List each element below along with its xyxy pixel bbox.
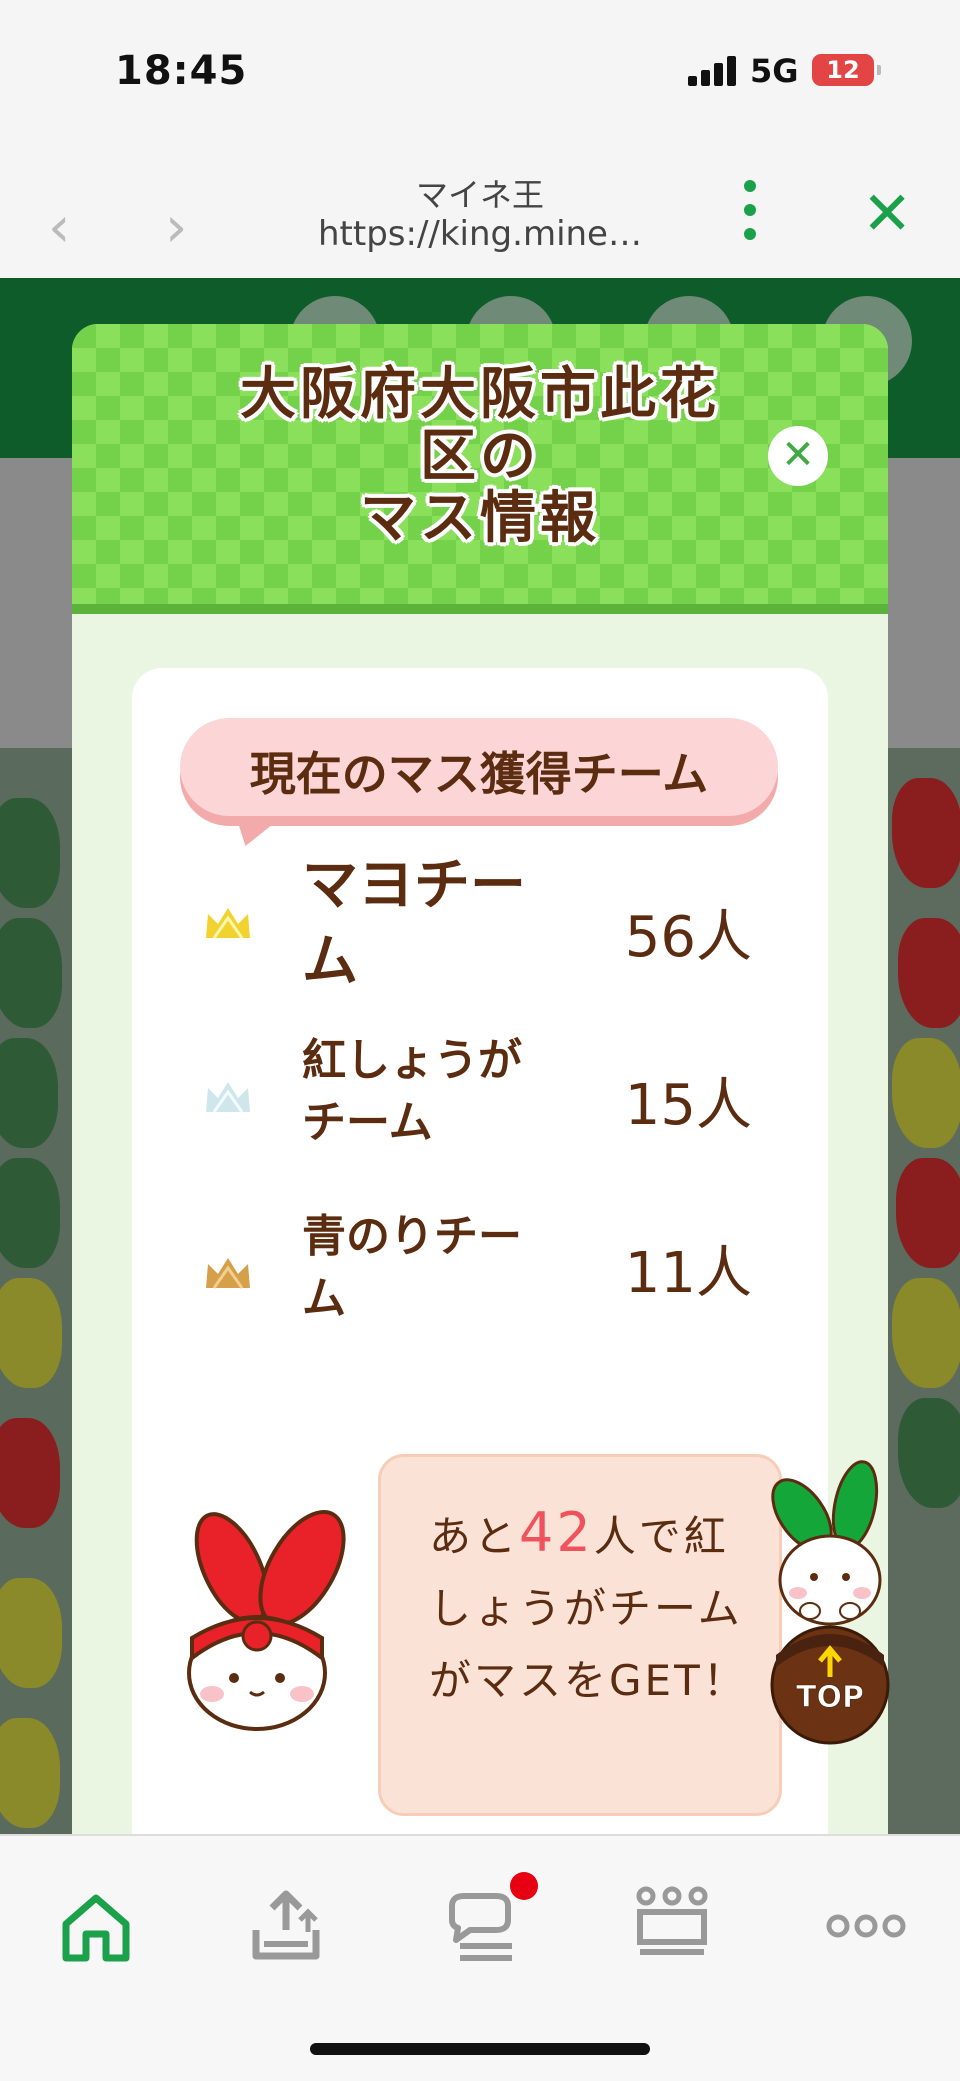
modal-title: 大阪府大阪市此花 区の マス情報 — [192, 364, 768, 550]
bunny-mascot-image — [187, 1509, 346, 1731]
upload-tray-icon[interactable] — [246, 1886, 326, 1966]
page-title: マイネ王 — [415, 176, 544, 214]
battery-icon: 12 — [812, 54, 881, 86]
area-info-modal: 大阪府大阪市此花 区の マス情報 ✕ 現在のマス獲得チーム マヨチーム 56人 … — [72, 324, 888, 1834]
modal-close-button[interactable]: ✕ — [768, 426, 828, 486]
gold-crown-icon — [206, 908, 250, 939]
url-field[interactable]: https://king.mine… — [300, 214, 660, 254]
status-bar: 18:45 5G 12 — [0, 0, 960, 130]
browser-bar: ‹ › マイネ王 https://king.mine… ✕ — [0, 130, 960, 280]
close-icon[interactable]: ✕ — [862, 184, 912, 244]
heading-bubble: 現在のマス獲得チーム — [180, 718, 778, 816]
modal-title-line: 大阪府大阪市此花 — [240, 362, 720, 427]
team-row: 紅しょうがチーム 15人 — [132, 1030, 828, 1160]
more-icon[interactable] — [826, 1886, 906, 1966]
team-name: 青のりチーム — [302, 1211, 522, 1324]
team-row: マヨチーム 56人 — [132, 848, 828, 998]
more-vertical-icon[interactable] — [742, 180, 758, 240]
signal-icon — [688, 56, 738, 86]
silver-crown-icon — [206, 1082, 250, 1113]
tip-number: 42 — [519, 1501, 594, 1564]
home-indicator — [310, 2043, 650, 2055]
team-count: 56人 — [624, 905, 752, 970]
section-heading: 現在のマス獲得チーム — [249, 747, 709, 801]
tip-note: あと42人で紅しょうがチームがマスをGET！ — [378, 1454, 782, 1816]
modal-title-line: マス情報 — [360, 486, 600, 551]
top-button-label: TOP — [796, 1680, 864, 1715]
team-count: 11人 — [624, 1241, 752, 1306]
chat-icon[interactable] — [440, 1886, 520, 1966]
tip-text: あと42人で紅しょうがチームがマスをGET！ — [429, 1497, 749, 1717]
network-label: 5G — [750, 52, 799, 90]
team-card: 現在のマス獲得チーム マヨチーム 56人 紅しょうがチーム 15人 青のりチーム… — [132, 668, 828, 1834]
team-count: 15人 — [624, 1073, 752, 1138]
crown-icon[interactable] — [632, 1886, 712, 1966]
tip-prefix: あと — [429, 1512, 520, 1561]
scroll-to-top-button[interactable]: TOP — [770, 1455, 890, 1745]
status-time: 18:45 — [115, 48, 248, 94]
home-icon[interactable] — [56, 1886, 136, 1966]
modal-header: 大阪府大阪市此花 区の マス情報 ✕ — [72, 324, 888, 614]
team-name: 紅しょうがチーム — [302, 1035, 522, 1148]
notification-badge — [510, 1872, 538, 1900]
team-name: マヨチーム — [302, 853, 526, 994]
bronze-crown-icon — [206, 1258, 250, 1289]
team-row: 青のりチーム 11人 — [132, 1206, 828, 1336]
modal-title-line: 区の — [420, 424, 540, 489]
